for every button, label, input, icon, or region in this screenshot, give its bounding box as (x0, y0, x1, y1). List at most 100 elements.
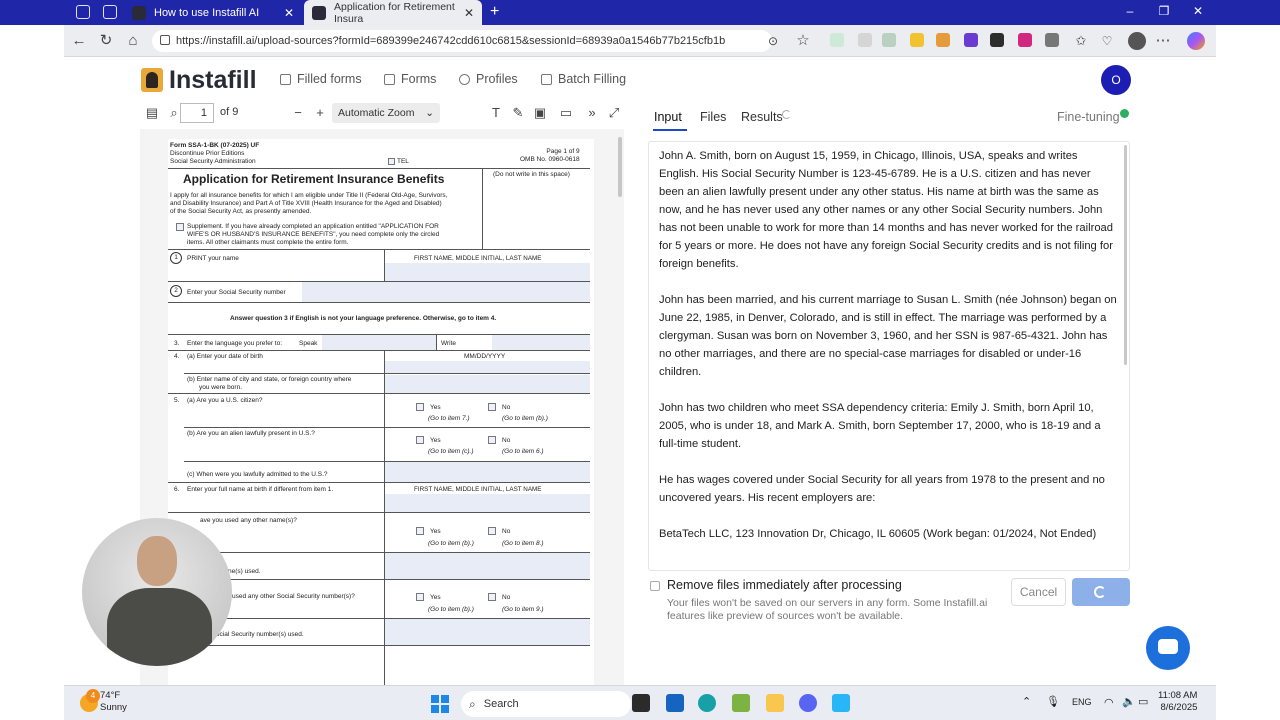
language-indicator[interactable]: ENG (1072, 697, 1092, 707)
maximize-icon[interactable]: ❐ (1156, 4, 1172, 18)
other-ssn-yes-checkbox[interactable] (416, 593, 424, 601)
tab-results[interactable]: Results (741, 110, 783, 124)
citizen-yes-checkbox[interactable] (416, 403, 424, 411)
extension-icon[interactable] (1018, 33, 1032, 47)
page-number-input[interactable]: 1 (180, 103, 214, 123)
defender-icon[interactable] (666, 694, 684, 712)
input-textarea[interactable]: John A. Smith, born on August 15, 1959, … (648, 141, 1130, 571)
browser-tab-how-to-use[interactable]: How to use Instafill AI ✕ (124, 0, 302, 25)
pdf-scrollbar[interactable] (618, 137, 622, 197)
close-window-icon[interactable]: ✕ (1190, 4, 1206, 18)
sidebar-toggle-icon[interactable]: ▤ (144, 105, 160, 121)
address-bar[interactable]: https://instafill.ai/upload-sources?form… (152, 30, 772, 52)
more-menu-icon[interactable]: ⋯ (1154, 32, 1172, 50)
refresh-icon[interactable]: ↻ (97, 32, 115, 50)
draw-tool-icon[interactable]: ✎ (510, 105, 526, 121)
site-info-icon[interactable] (160, 35, 170, 45)
admission-date-field[interactable] (385, 462, 590, 482)
taskbar-search[interactable]: ⌕ Search (461, 691, 631, 717)
extension-icon[interactable] (910, 33, 924, 47)
cancel-button[interactable]: Cancel (1011, 578, 1066, 606)
alien-no-checkbox[interactable] (488, 436, 496, 444)
item-5b-label: (b) Are you an alien lawfully present in… (187, 430, 315, 437)
tab-actions-icon[interactable] (103, 5, 117, 19)
chat-support-button[interactable] (1146, 626, 1190, 670)
nav-forms[interactable]: Forms (384, 72, 436, 86)
other-ssn-no-checkbox[interactable] (488, 593, 496, 601)
task-view-icon[interactable] (632, 694, 650, 712)
chevron-up-icon[interactable]: ⌃ (1022, 695, 1031, 708)
nav-filled-forms[interactable]: Filled forms (280, 72, 362, 86)
extension-icon[interactable] (936, 33, 950, 47)
instafill-logo[interactable]: Instafill (141, 66, 257, 94)
microphone-icon[interactable]: 🎙 (1046, 695, 1060, 708)
extension-icon[interactable] (964, 33, 978, 47)
home-icon[interactable]: ⌂ (124, 32, 142, 50)
extension-icon[interactable] (882, 33, 896, 47)
fine-tuning-link[interactable]: Fine-tuning (1057, 110, 1120, 124)
citizen-no-checkbox[interactable] (488, 403, 496, 411)
windows-start-icon[interactable] (431, 695, 449, 713)
edge-icon[interactable] (698, 694, 716, 712)
zoom-select[interactable]: Automatic Zoom ⌄ (332, 103, 440, 123)
favorites-icon[interactable]: ✩ (1072, 32, 1090, 50)
more-tools-icon[interactable]: » (584, 105, 600, 121)
weather-widget[interactable]: 74°F Sunny (100, 690, 127, 714)
webcam-overlay (82, 518, 232, 666)
text-tool-icon[interactable]: T (488, 105, 504, 121)
taskbar-clock[interactable]: 11:08 AM 8/6/2025 (1158, 690, 1197, 714)
close-tab-icon[interactable]: ✕ (464, 6, 474, 20)
extension-icon[interactable] (830, 33, 844, 47)
file-explorer-icon[interactable] (766, 694, 784, 712)
battery-icon[interactable]: ▭ (1138, 695, 1148, 708)
speak-field[interactable] (322, 335, 436, 350)
tab-input[interactable]: Input (654, 110, 682, 124)
notepad-icon[interactable] (832, 694, 850, 712)
extensions-puzzle-icon[interactable] (1045, 33, 1059, 47)
wifi-icon[interactable]: ◠ (1104, 696, 1114, 709)
remove-files-checkbox[interactable] (650, 581, 660, 591)
dob-field[interactable] (385, 361, 590, 373)
birth-name-field[interactable] (385, 494, 590, 512)
birthplace-field[interactable] (385, 375, 590, 393)
other-ssn-field[interactable] (385, 619, 590, 645)
browser-tab-application[interactable]: Application for Retirement Insura ✕ (304, 0, 482, 25)
tel-checkbox[interactable] (388, 158, 395, 165)
app-icon[interactable] (732, 694, 750, 712)
supplement-checkbox[interactable] (176, 223, 184, 231)
item-2-number: 2 (170, 285, 182, 297)
open-file-icon[interactable]: ▭ (558, 105, 574, 121)
other-names-no-checkbox[interactable] (488, 527, 496, 535)
new-tab-button[interactable]: + (490, 3, 499, 21)
ssn-field[interactable] (302, 282, 590, 302)
alien-yes-checkbox[interactable] (416, 436, 424, 444)
discord-icon[interactable] (799, 694, 817, 712)
workspaces-icon[interactable] (76, 5, 90, 19)
profile-avatar-icon[interactable] (1128, 32, 1146, 50)
volume-icon[interactable]: 🔈 (1122, 695, 1136, 708)
extension-icon[interactable] (990, 33, 1004, 47)
favorite-star-icon[interactable]: ☆ (794, 32, 812, 50)
tab-files[interactable]: Files (700, 110, 726, 124)
reader-mode-icon[interactable]: ⊙ (764, 32, 782, 50)
close-tab-icon[interactable]: ✕ (284, 6, 294, 20)
name-field[interactable] (385, 263, 590, 281)
nav-batch-filling[interactable]: Batch Filling (541, 72, 626, 86)
minimize-icon[interactable]: – (1122, 4, 1138, 18)
write-field[interactable] (492, 335, 590, 350)
search-icon: ⌕ (469, 696, 476, 711)
zoom-in-icon[interactable]: + (312, 105, 328, 121)
user-avatar[interactable]: O (1101, 65, 1131, 95)
extension-icon[interactable] (858, 33, 872, 47)
textarea-scrollbar[interactable] (1124, 145, 1127, 365)
instafill-favicon-icon (132, 5, 146, 20)
fullscreen-icon[interactable]: ⤢ (606, 105, 622, 121)
browser-essentials-icon[interactable]: ♡ (1098, 32, 1116, 50)
nav-profiles[interactable]: Profiles (459, 72, 518, 86)
other-names-yes-checkbox[interactable] (416, 527, 424, 535)
other-names-field[interactable] (385, 553, 590, 579)
copilot-icon[interactable] (1187, 32, 1205, 50)
image-tool-icon[interactable]: ▣ (532, 105, 548, 121)
zoom-out-icon[interactable]: − (290, 105, 306, 121)
back-arrow-icon[interactable]: ← (70, 32, 88, 50)
